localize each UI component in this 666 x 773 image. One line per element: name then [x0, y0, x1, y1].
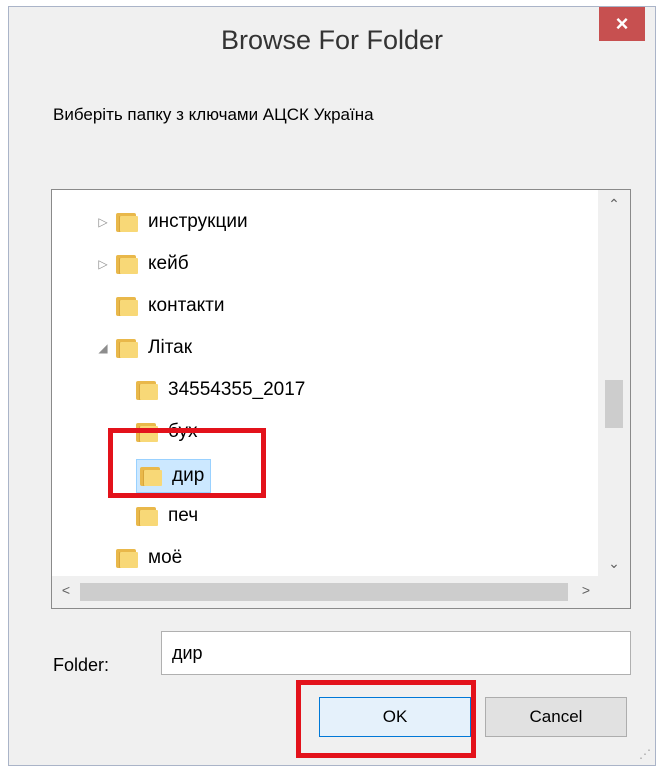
folder-icon	[116, 547, 138, 569]
tree-item-dyr[interactable]: дир	[136, 458, 212, 494]
tree-item-moe[interactable]: моё	[96, 540, 182, 576]
collapse-arrow-icon[interactable]: ◢	[96, 341, 110, 355]
folder-label: Folder:	[53, 655, 110, 675]
instruction-text: Виберіть папку з ключами АЦСК Україна	[53, 105, 374, 124]
tree-item-label: моё	[148, 547, 183, 568]
resize-grip-icon[interactable]: ⋰	[639, 747, 651, 761]
folder-input[interactable]	[161, 631, 631, 675]
tree-item-label: бух	[168, 421, 198, 442]
tree-item-label: кейб	[148, 253, 189, 274]
scroll-down-icon[interactable]: ⌄	[598, 555, 630, 572]
scroll-up-icon[interactable]: ⌃	[598, 196, 630, 213]
scroll-left-icon[interactable]: <	[52, 582, 80, 598]
tree-item-keib[interactable]: ▷ кейб	[96, 246, 189, 282]
tree-item-label: Літак	[148, 337, 193, 358]
title-bar: Browse For Folder ×	[9, 7, 655, 85]
tree-item-label: инструкции	[148, 211, 248, 232]
scroll-right-icon[interactable]: >	[572, 582, 600, 598]
tree-item-34554355-2017[interactable]: 34554355_2017	[136, 372, 305, 408]
folder-icon	[116, 253, 138, 275]
close-icon: ×	[615, 11, 629, 36]
folder-icon	[116, 295, 138, 317]
folder-icon	[136, 421, 158, 443]
folder-tree[interactable]: ▷ инструкции ▷ кейб контакти ◢ Літак 345…	[51, 189, 631, 609]
expand-arrow-icon[interactable]: ▷	[96, 257, 110, 271]
tree-item-bukh[interactable]: бух	[136, 414, 197, 450]
browse-folder-dialog: Browse For Folder × Виберіть папку з клю…	[8, 6, 656, 766]
ok-button[interactable]: OK	[319, 697, 471, 737]
horizontal-scrollbar[interactable]: < >	[52, 576, 600, 608]
tree-item-kontakty[interactable]: контакти	[96, 288, 224, 324]
expand-arrow-icon[interactable]: ▷	[96, 215, 110, 229]
selected-item[interactable]: дир	[136, 459, 212, 493]
tree-item-label: печ	[168, 505, 199, 526]
tree-item-label: 34554355_2017	[168, 379, 306, 400]
tree-item-pech[interactable]: печ	[136, 498, 198, 534]
tree-item-label: контакти	[148, 295, 225, 316]
cancel-button[interactable]: Cancel	[485, 697, 627, 737]
horizontal-scroll-thumb[interactable]	[80, 583, 568, 601]
folder-icon	[116, 211, 138, 233]
folder-icon	[136, 379, 158, 401]
folder-icon	[136, 505, 158, 527]
vertical-scrollbar[interactable]: ⌃ ⌄	[598, 190, 630, 576]
scrollbar-corner	[598, 576, 630, 608]
close-button[interactable]: ×	[599, 7, 645, 41]
folder-icon	[140, 465, 162, 487]
tree-item-label: дир	[172, 465, 205, 486]
tree-item-instruktsii[interactable]: ▷ инструкции	[96, 204, 248, 240]
vertical-scroll-thumb[interactable]	[605, 380, 623, 428]
tree-item-litak[interactable]: ◢ Літак	[96, 330, 192, 366]
folder-icon	[116, 337, 138, 359]
dialog-title: Browse For Folder	[220, 25, 444, 55]
